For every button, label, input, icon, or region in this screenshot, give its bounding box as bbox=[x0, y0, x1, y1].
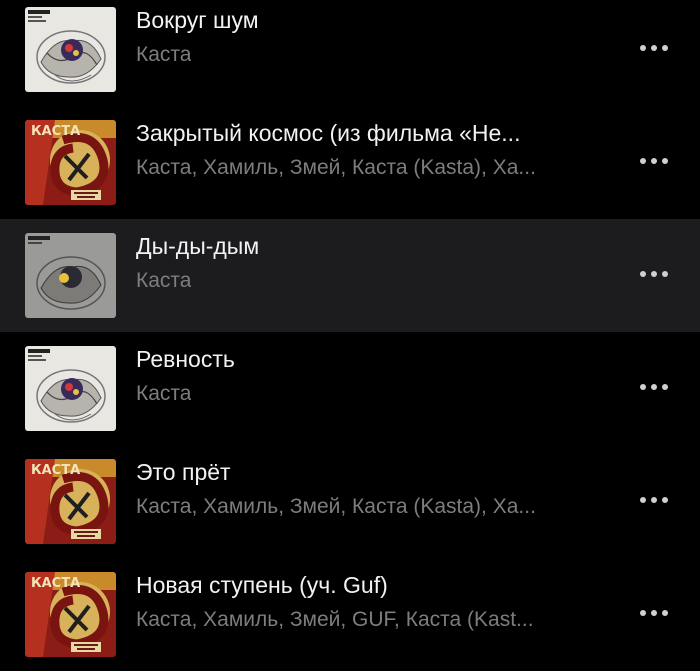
album-art bbox=[25, 120, 116, 205]
more-options-icon[interactable] bbox=[630, 485, 678, 515]
track-row[interactable]: Ревность Каста bbox=[0, 332, 700, 445]
track-title: Новая ступень (уч. Guf) bbox=[136, 572, 388, 598]
album-art bbox=[25, 572, 116, 657]
more-options-icon[interactable] bbox=[630, 146, 678, 176]
more-options-icon[interactable] bbox=[630, 372, 678, 402]
album-art bbox=[25, 233, 116, 318]
track-artist: Каста, Хамиль, Змей, GUF, Каста (Kast... bbox=[136, 608, 534, 631]
track-row[interactable]: Закрытый космос (из фильма «Не... Каста,… bbox=[0, 106, 700, 219]
track-artist: Каста, Хамиль, Змей, Каста (Kasta), Ха..… bbox=[136, 156, 536, 179]
track-title: Это прёт bbox=[136, 459, 231, 485]
track-row-active[interactable]: Ды-ды-дым Каста bbox=[0, 219, 700, 332]
track-artist: Каста bbox=[136, 269, 192, 292]
more-options-icon[interactable] bbox=[630, 33, 678, 63]
track-row[interactable]: Это прёт Каста, Хамиль, Змей, Каста (Kas… bbox=[0, 445, 700, 558]
album-art bbox=[25, 7, 116, 92]
track-row[interactable]: Вокруг шум Каста bbox=[0, 0, 700, 106]
track-title: Ды-ды-дым bbox=[136, 233, 260, 259]
track-title: Закрытый космос (из фильма «Не... bbox=[136, 120, 521, 146]
track-row[interactable]: Новая ступень (уч. Guf) Каста, Хамиль, З… bbox=[0, 558, 700, 671]
track-title: Вокруг шум bbox=[136, 7, 259, 33]
track-artist: Каста bbox=[136, 43, 192, 66]
track-artist: Каста, Хамиль, Змей, Каста (Kasta), Ха..… bbox=[136, 495, 536, 518]
track-title: Ревность bbox=[136, 346, 235, 372]
album-art bbox=[25, 459, 116, 544]
more-options-icon[interactable] bbox=[630, 259, 678, 289]
more-options-icon[interactable] bbox=[630, 598, 678, 628]
album-art bbox=[25, 346, 116, 431]
track-list: Вокруг шум Каста Закрытый космос (из фил… bbox=[0, 0, 700, 671]
track-artist: Каста bbox=[136, 382, 192, 405]
